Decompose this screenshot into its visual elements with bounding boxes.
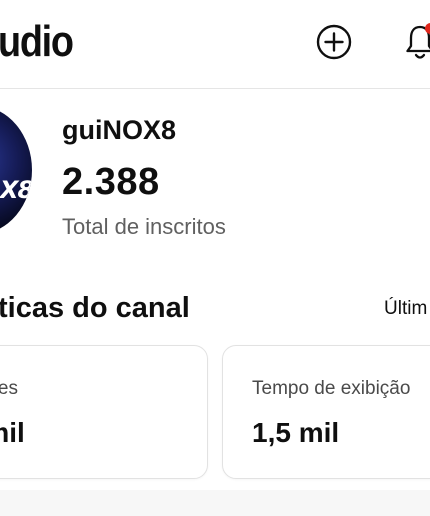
notifications-button[interactable] <box>398 18 430 64</box>
header-divider <box>0 88 430 89</box>
notification-dot <box>425 23 430 34</box>
channel-analytics-title: ticas do canal <box>0 292 190 324</box>
channel-name[interactable]: guiNOX8 <box>62 113 176 147</box>
watch-time-card-value: 1,5 mil <box>252 417 340 448</box>
watch-time-card-label: Tempo de exibição <box>252 378 411 399</box>
watch-time-card[interactable]: Tempo de exibição 1,5 mil <box>222 345 430 479</box>
subscriber-count-label: Total de inscritos <box>62 214 226 239</box>
avatar-logo-text: X8 <box>0 176 32 204</box>
period-selector[interactable]: Últim <box>384 296 427 322</box>
views-card[interactable]: tações 2 mil <box>0 345 208 479</box>
studio-dashboard: udio X8 guiNOX8 2.388 Total de inscritos… <box>0 0 430 516</box>
views-card-value: 2 mil <box>0 417 25 448</box>
create-icon <box>316 24 352 60</box>
app-title: udio <box>0 17 74 66</box>
channel-avatar[interactable]: X8 <box>0 106 32 234</box>
top-app-bar: udio <box>0 0 430 88</box>
subscriber-count: 2.388 <box>62 161 160 203</box>
bottom-area <box>0 490 430 516</box>
create-button[interactable] <box>314 22 354 62</box>
views-card-label: tações <box>0 378 18 399</box>
